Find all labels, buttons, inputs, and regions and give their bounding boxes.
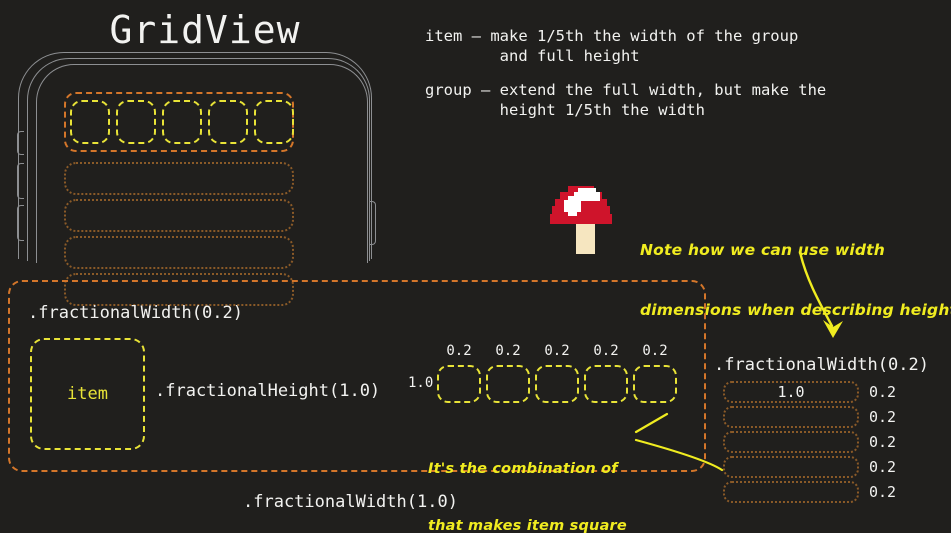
annotation-note-mid-line-2: that makes item square	[428, 518, 627, 533]
phone-mockup	[17, 52, 388, 306]
annotation-note-mid: It's the combination of that makes item …	[428, 422, 627, 533]
description-block: item — make 1/5th the width of the group…	[425, 26, 826, 120]
right-panel-row	[723, 481, 859, 503]
right-panel-row-fraction: 0.2	[869, 483, 897, 501]
mushroom-icon	[550, 186, 612, 254]
mini-item-label: 0.2	[446, 343, 472, 359]
desc-item-line-2: and full height	[425, 47, 640, 65]
right-panel-row	[723, 431, 859, 453]
right-panel-row-fraction: 0.2	[869, 383, 897, 401]
phone-ghost-row	[64, 199, 294, 232]
mini-item-label: 0.2	[642, 343, 668, 359]
phone-ghost-row	[64, 162, 294, 195]
slide-canvas: GridView item — make 1/5th the width of …	[0, 0, 951, 533]
desc-group-line-1: group — extend the full width, but make …	[425, 81, 827, 99]
mini-item-label: 0.2	[495, 343, 521, 359]
mini-item-box	[535, 365, 579, 403]
phone-volume-down-icon	[17, 205, 24, 241]
right-panel-row-value: 1.0	[777, 383, 805, 401]
caption-fractional-width-10: .fractionalWidth(1.0)	[243, 492, 458, 512]
right-panel-row-fraction: 0.2	[869, 458, 897, 476]
right-panel-row-fraction: 0.2	[869, 433, 897, 451]
right-panel-row	[723, 406, 859, 428]
phone-volume-up-icon	[17, 163, 24, 199]
desc-spacer	[425, 66, 826, 80]
label-height-value: 1.0	[408, 375, 434, 391]
phone-grid-item	[116, 100, 156, 144]
item-box-label: item	[67, 384, 108, 404]
mini-item-box	[584, 365, 628, 403]
mini-item-box	[437, 365, 481, 403]
right-panel-row	[723, 456, 859, 478]
phone-grid-item	[208, 100, 248, 144]
right-panel-title: .fractionalWidth(0.2)	[714, 355, 929, 375]
annotation-note-top-line-1: Note how we can use width	[640, 241, 885, 259]
phone-grid-item	[254, 100, 294, 144]
phone-grid-item	[70, 100, 110, 144]
desc-group-line-2: height 1/5th the width	[425, 101, 705, 119]
phone-grid-item	[162, 100, 202, 144]
mini-item-box	[486, 365, 530, 403]
label-fractional-width-02: .fractionalWidth(0.2)	[28, 303, 243, 323]
phone-power-button-icon	[369, 201, 376, 245]
label-fractional-height-10: .fractionalHeight(1.0)	[155, 381, 381, 401]
mini-item-label: 0.2	[544, 343, 570, 359]
mini-item-box	[633, 365, 677, 403]
desc-item-line-1: item — make 1/5th the width of the group	[425, 27, 799, 45]
right-panel-row-fraction: 0.2	[869, 408, 897, 426]
mini-item-label: 0.2	[593, 343, 619, 359]
annotation-note-mid-line-1: It's the combination of	[428, 461, 618, 477]
page-title: GridView	[109, 8, 301, 52]
phone-mute-switch-icon	[17, 131, 24, 155]
phone-ghost-row	[64, 236, 294, 269]
